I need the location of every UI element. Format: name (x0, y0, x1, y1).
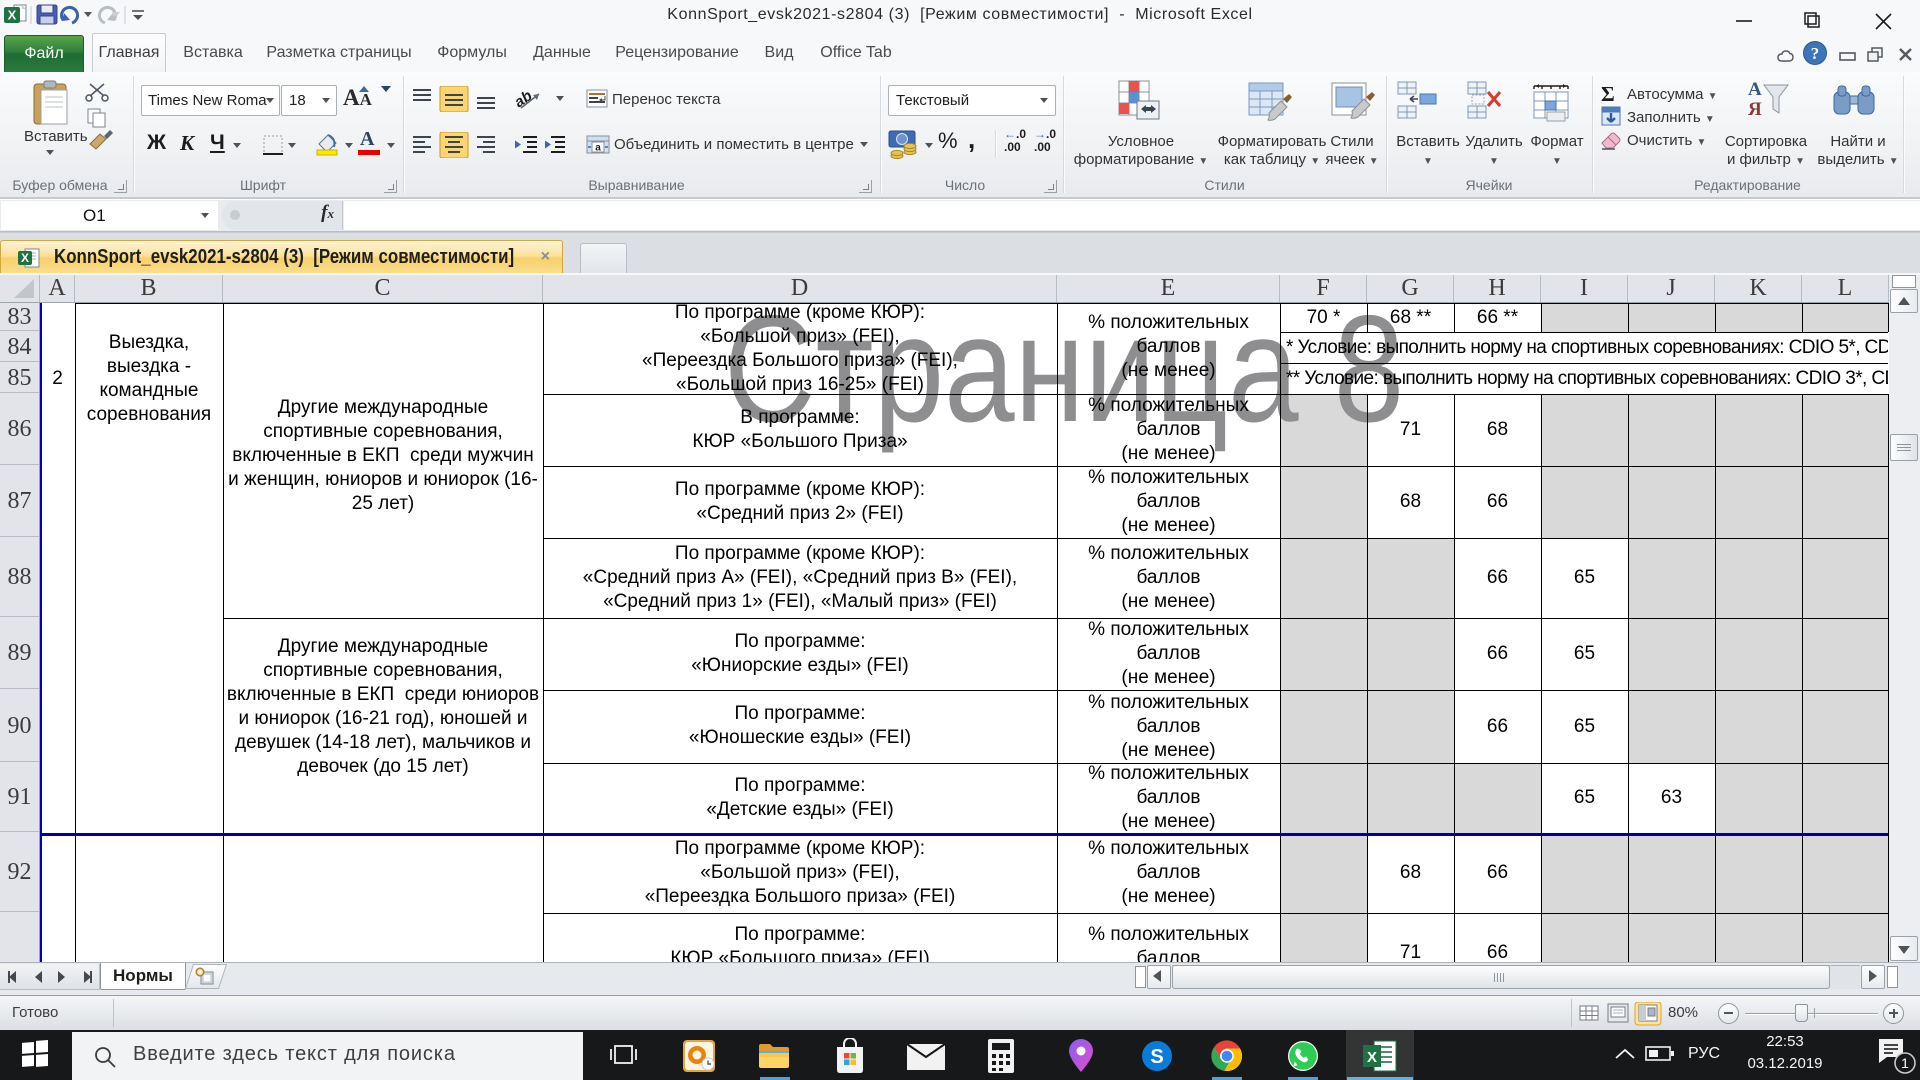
svg-text:А: А (1748, 79, 1762, 100)
svg-text:X: X (8, 8, 17, 23)
svg-text:1: 1 (1901, 1055, 1909, 1071)
svg-text:X: X (1367, 1049, 1377, 1066)
svg-text:?: ? (1811, 44, 1820, 63)
svg-text:X: X (21, 251, 29, 265)
svg-text:а: а (595, 143, 601, 154)
svg-text:S: S (1150, 1046, 1163, 1068)
svg-text:Я: Я (1748, 99, 1762, 120)
